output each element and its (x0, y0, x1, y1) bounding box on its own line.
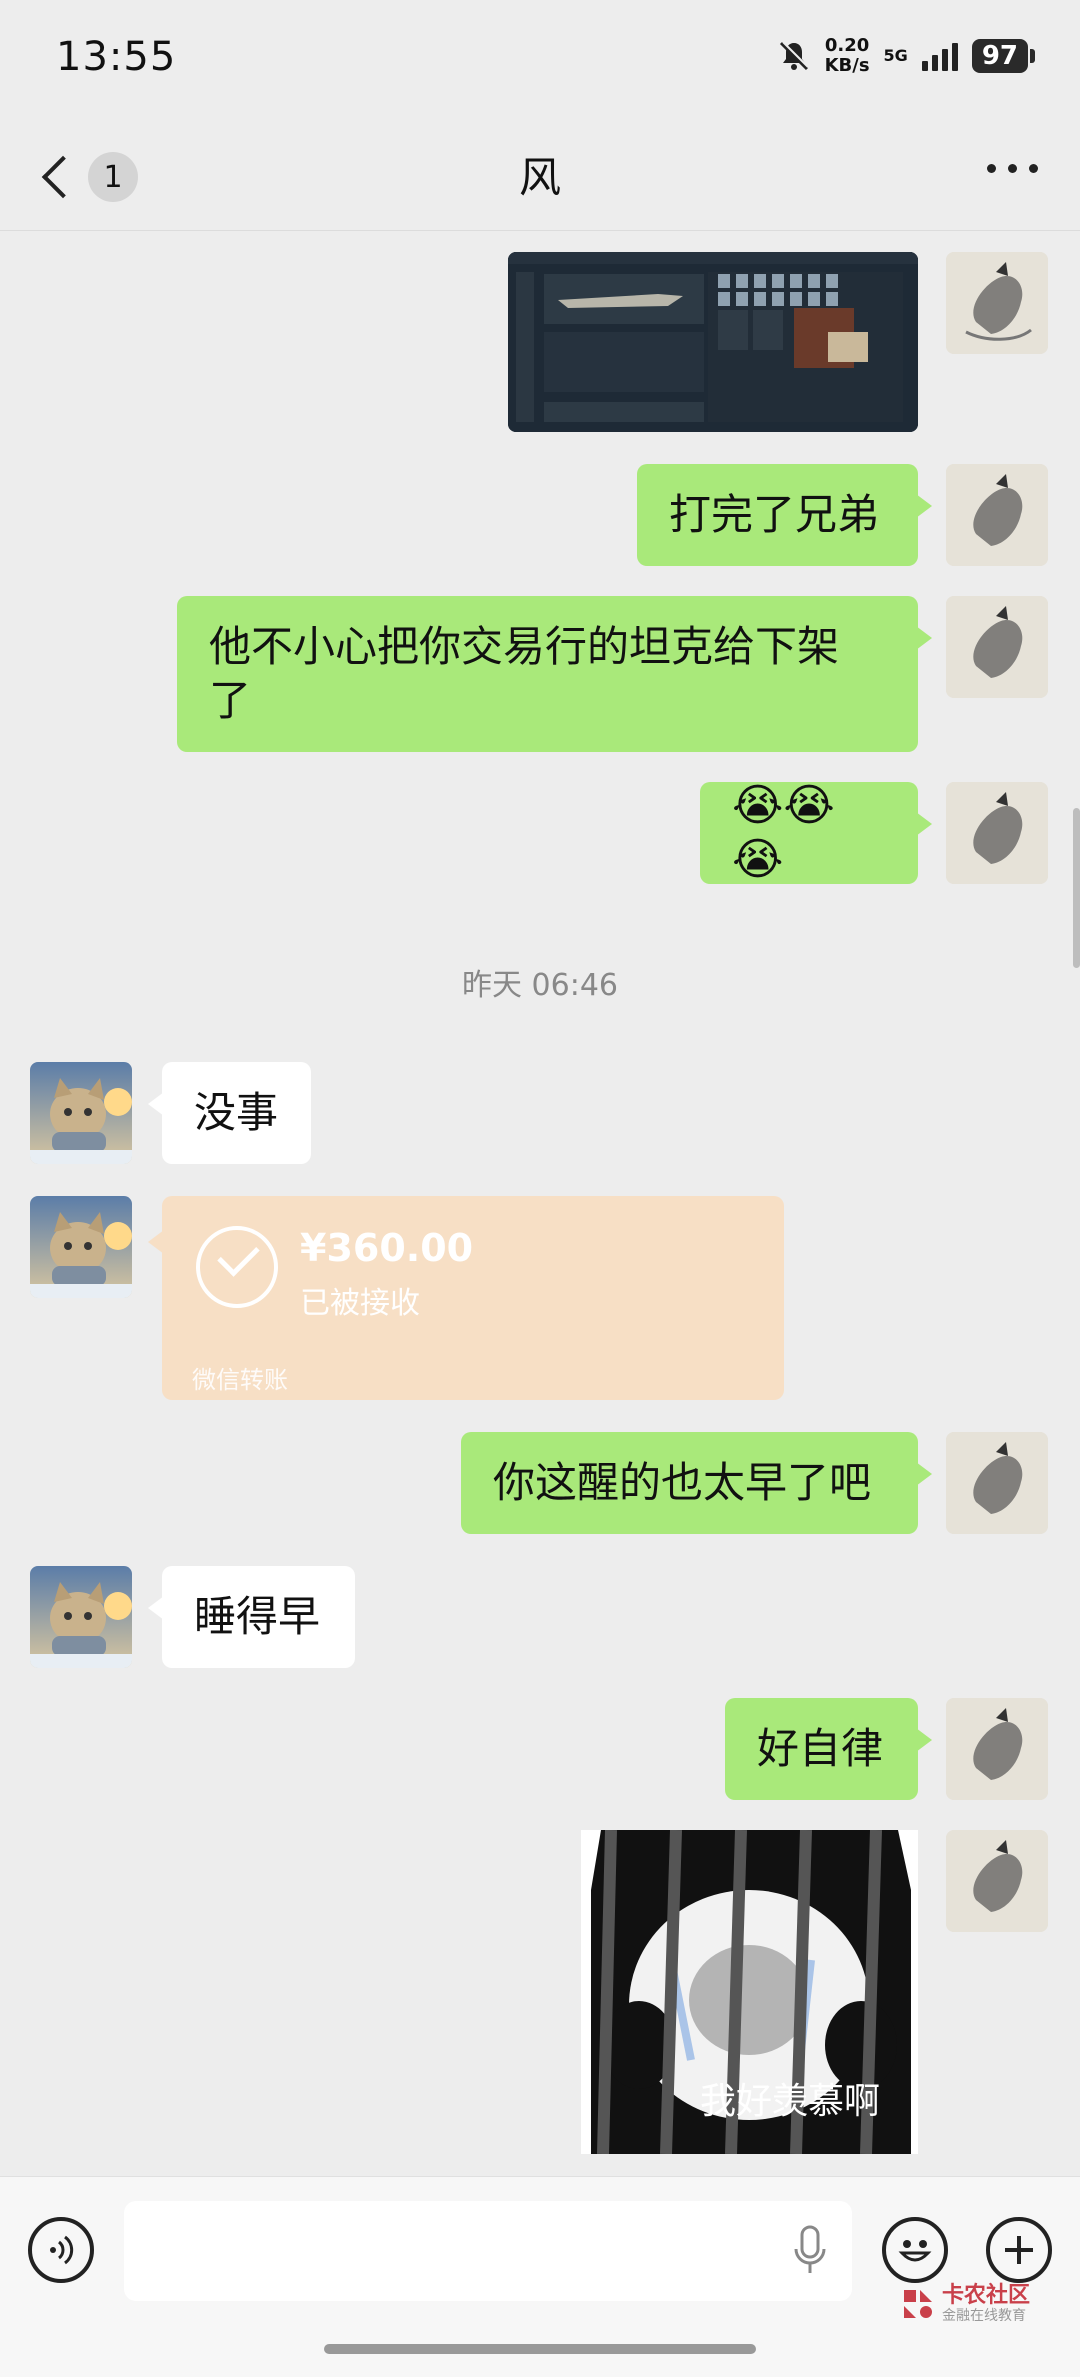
header-divider (0, 230, 1080, 231)
message-bubble-out[interactable]: 打完了兄弟 (637, 464, 932, 566)
avatar-self[interactable] (946, 464, 1048, 566)
ink-painting-avatar-icon (946, 596, 1048, 698)
network-type: 5G (883, 46, 908, 65)
status-time: 13:55 (56, 34, 177, 80)
sticker-caption: 我好羡慕啊 (699, 2081, 880, 2122)
kitten-avatar-icon (30, 1062, 132, 1164)
net-speed-value: 0.20 (824, 35, 870, 56)
avatar-contact[interactable] (30, 1062, 132, 1164)
image-message[interactable] (508, 252, 918, 432)
watermark-title: 卡农社区 (942, 2283, 1031, 2308)
battery-icon: 97 (971, 39, 1036, 73)
avatar-self[interactable] (946, 782, 1048, 884)
message-text: 你这醒的也太早了吧 (493, 1458, 872, 1507)
timestamp-separator: 昨天 06:46 (462, 968, 618, 1003)
ink-painting-avatar-icon (946, 1432, 1048, 1534)
avatar-self[interactable] (946, 596, 1048, 698)
mic-icon[interactable] (790, 2225, 830, 2279)
avatar-self[interactable] (946, 1698, 1048, 1800)
mute-bell-icon (779, 41, 809, 71)
plus-icon[interactable] (986, 2217, 1052, 2283)
message-text: 打完了兄弟 (669, 490, 880, 539)
avatar-self[interactable] (946, 252, 1048, 354)
network-indicator: 5G (884, 47, 908, 65)
ink-painting-avatar-icon (946, 252, 1048, 354)
home-indicator[interactable] (324, 2344, 756, 2354)
chat-header: 1 风 (0, 120, 1080, 230)
message-input[interactable] (124, 2201, 852, 2301)
message-text-line1: 他不小心把你交易行的坦克给下架 (209, 622, 840, 671)
kitten-avatar-icon (30, 1196, 132, 1298)
watermark-subtitle: 金融在线教育 (942, 2308, 1026, 2324)
ink-painting-avatar-icon (946, 782, 1048, 884)
message-bubble-out[interactable]: 好自律 (725, 1698, 932, 1800)
ink-painting-avatar-icon (946, 1830, 1048, 1932)
transfer-status: 已被接收 (300, 1286, 420, 1321)
status-bar: 13:55 0.20 KB/s 5G 97 (0, 0, 1080, 120)
transfer-card[interactable]: ¥360.00 已被接收 微信转账 (148, 1196, 784, 1400)
ink-painting-avatar-icon (946, 464, 1048, 566)
emoji-icon[interactable] (882, 2217, 948, 2283)
chat-title: 风 (518, 153, 561, 202)
message-bubble-in[interactable]: 睡得早 (148, 1566, 355, 1668)
avatar-contact[interactable] (30, 1196, 132, 1298)
game-screenshot-image (508, 252, 918, 432)
message-bubble-out[interactable]: 他不小心把你交易行的坦克给下架 了 (177, 596, 932, 752)
kanong-logo-icon (904, 2290, 932, 2318)
avatar-contact[interactable] (30, 1566, 132, 1668)
check-circle-icon (196, 1226, 278, 1308)
message-text-line2: 了 (209, 676, 252, 725)
message-text: 好自律 (757, 1724, 884, 1773)
status-icons: 0.20 KB/s 5G 97 (777, 36, 1036, 76)
net-speed: 0.20 KB/s (825, 36, 870, 76)
scrollbar-thumb[interactable] (1073, 808, 1080, 968)
ink-painting-avatar-icon (946, 1698, 1048, 1800)
transfer-source: 微信转账 (192, 1366, 288, 1394)
sticker-message[interactable]: 我好羡慕啊 (581, 1830, 918, 2154)
avatar-self[interactable] (946, 1432, 1048, 1534)
community-watermark: 卡农社区 金融在线教育 (900, 2284, 1030, 2324)
message-text: 没事 (194, 1088, 279, 1137)
battery-level: 97 (981, 41, 1018, 71)
emoji-text: 😭😭😭 (732, 780, 835, 885)
message-bubble-out[interactable]: 😭😭😭 (700, 780, 932, 885)
message-bubble-out[interactable]: 你这醒的也太早了吧 (461, 1432, 932, 1534)
message-bubble-in[interactable]: 没事 (148, 1062, 311, 1164)
transfer-amount: ¥360.00 (300, 1226, 474, 1270)
message-text: 睡得早 (194, 1592, 321, 1641)
kitten-avatar-icon (30, 1566, 132, 1668)
net-speed-unit: KB/s (824, 55, 870, 76)
avatar-self[interactable] (946, 1830, 1048, 1932)
more-dots-icon[interactable] (987, 164, 1038, 173)
voice-icon[interactable] (28, 2217, 94, 2283)
signal-icon (921, 41, 958, 71)
